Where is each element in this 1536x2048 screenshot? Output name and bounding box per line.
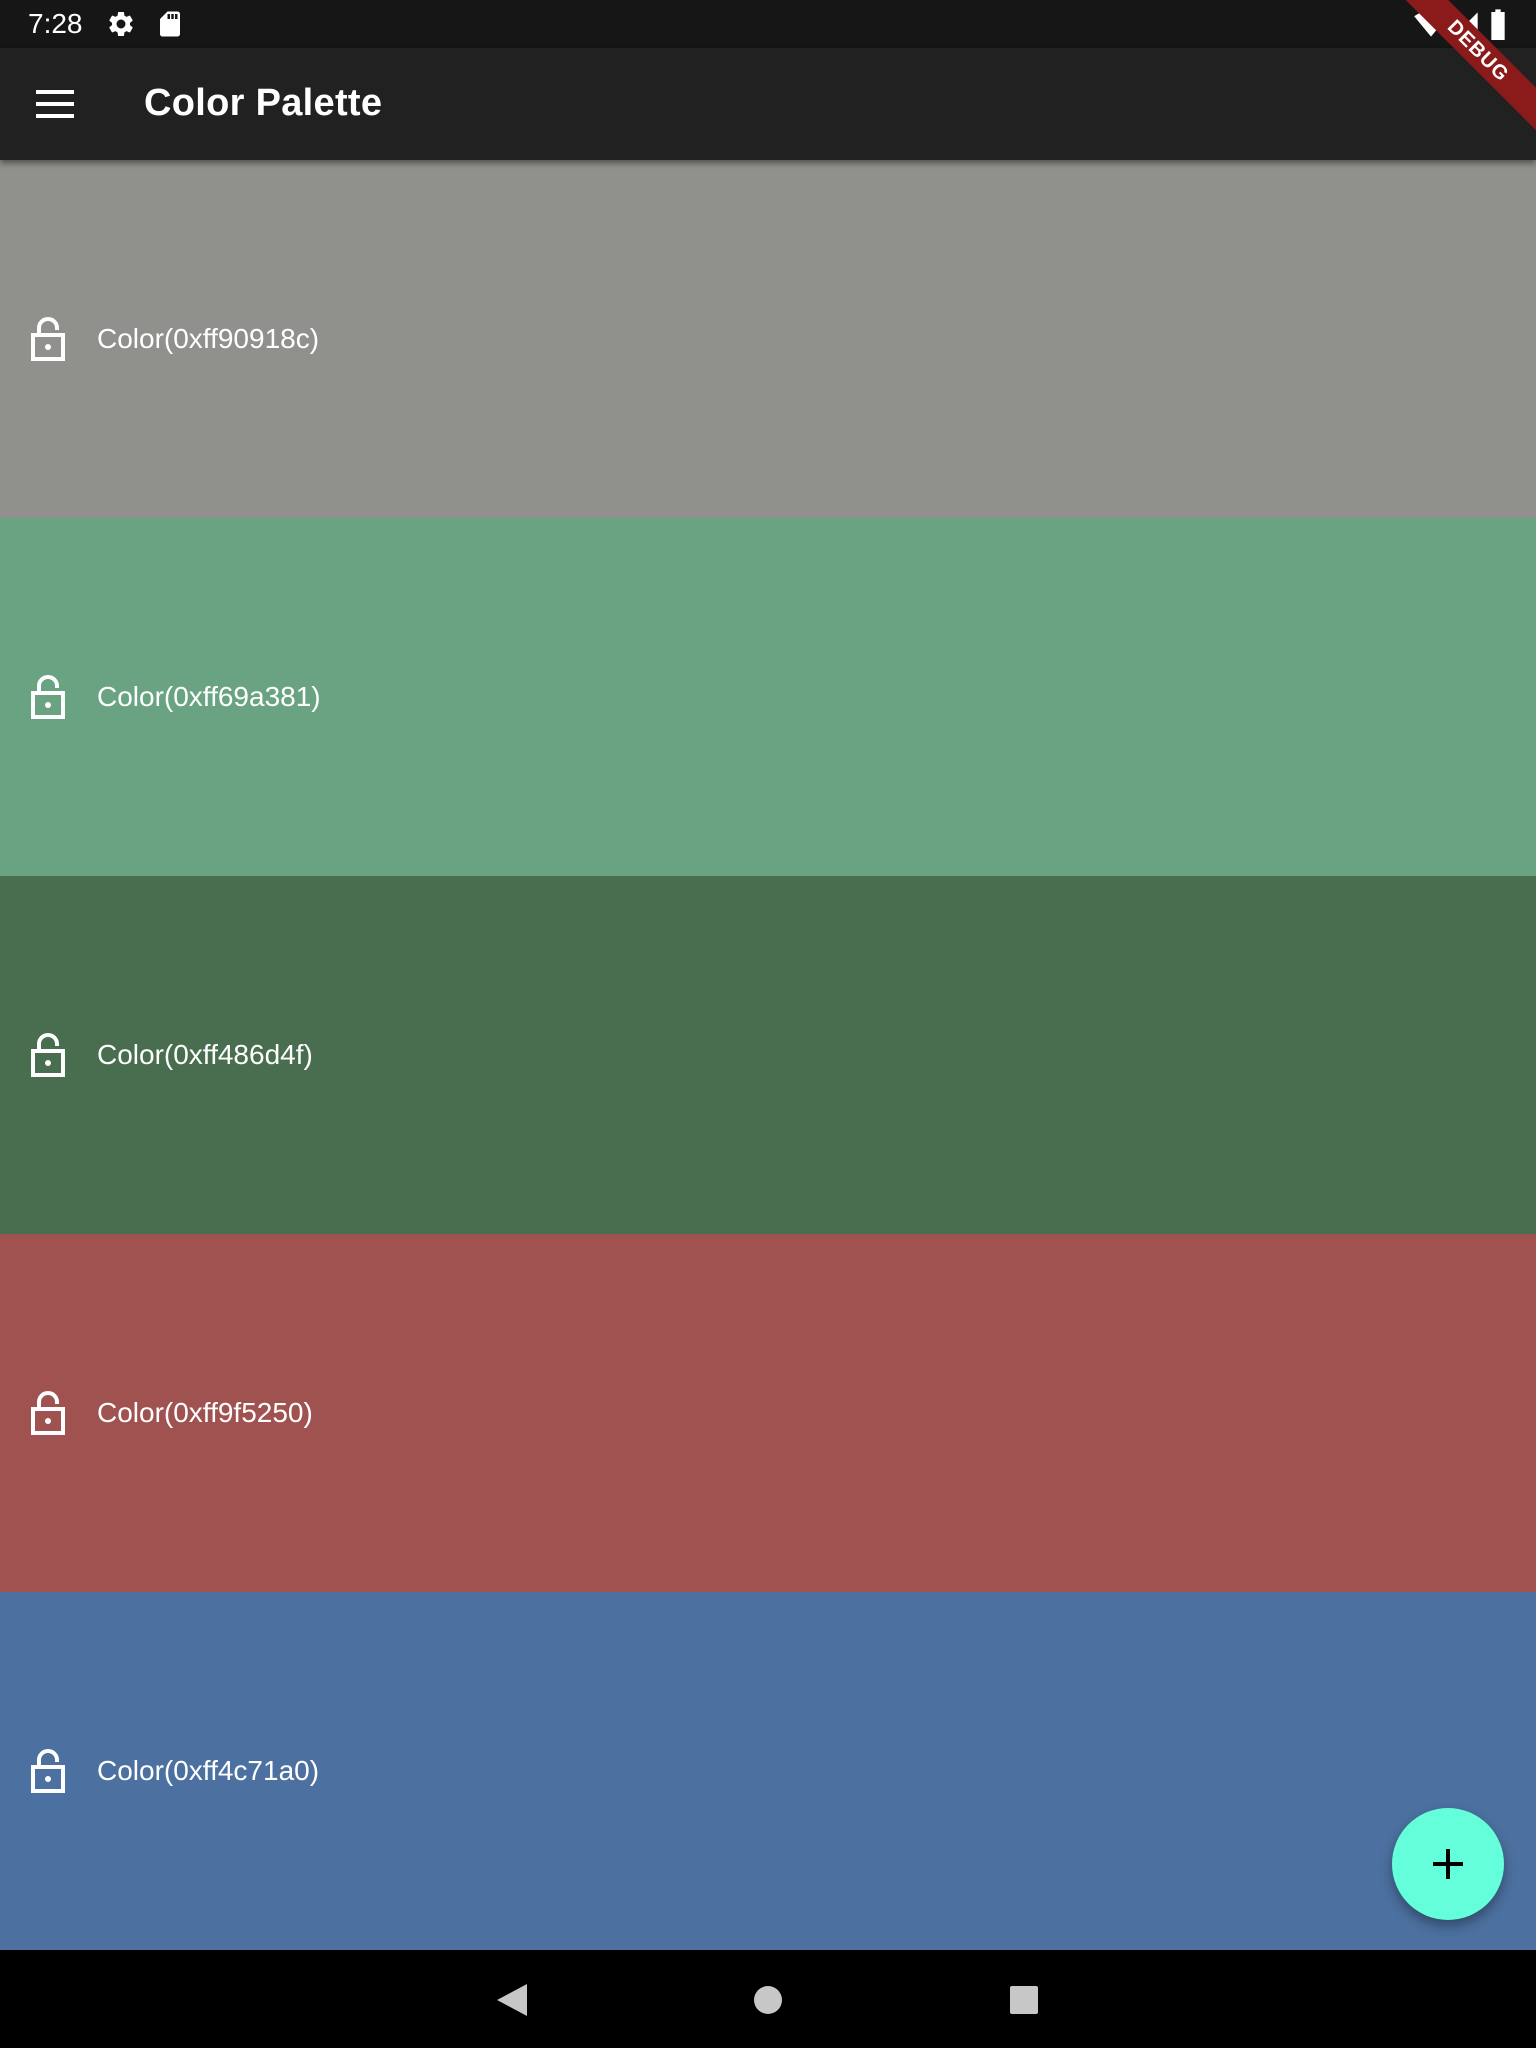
color-row[interactable]: Color(0xff9f5250) (0, 1234, 1536, 1592)
menu-icon (36, 90, 74, 118)
settings-icon (106, 9, 136, 44)
add-icon (1433, 1849, 1463, 1879)
color-label: Color(0xff90918c) (97, 323, 320, 354)
lock-button[interactable] (24, 669, 72, 725)
color-label: Color(0xff9f5250) (97, 1397, 313, 1428)
lock-button[interactable] (24, 1027, 72, 1083)
sd-card-icon (155, 9, 185, 44)
add-color-button[interactable] (1392, 1808, 1504, 1920)
color-row[interactable]: Color(0xff486d4f) (0, 876, 1536, 1234)
lock-button[interactable] (24, 311, 72, 367)
home-icon (754, 1986, 782, 2014)
color-label: Color(0xff69a381) (97, 681, 321, 712)
system-nav-bar (0, 1952, 1536, 2048)
lock-button[interactable] (24, 1385, 72, 1441)
lock-open-icon (31, 317, 65, 361)
lock-open-icon (31, 1391, 65, 1435)
recents-icon (1010, 1986, 1038, 2014)
color-label: Color(0xff4c71a0) (97, 1755, 320, 1786)
color-row[interactable]: Color(0xff4c71a0) (0, 1592, 1536, 1950)
color-row[interactable]: Color(0xff90918c) (0, 160, 1536, 518)
status-time: 7:28 (28, 8, 83, 39)
color-palette-list: Color(0xff90918c) Color(0xff69a381) Colo… (0, 160, 1536, 1952)
app-bar: Color Palette (0, 48, 1536, 160)
battery-icon (1489, 8, 1507, 45)
page-title: Color Palette (144, 82, 383, 124)
lock-open-icon (31, 675, 65, 719)
lock-button[interactable] (24, 1743, 72, 1799)
signal-icon (1452, 10, 1480, 43)
nav-recents-button[interactable] (1000, 1976, 1048, 2024)
back-icon (497, 1984, 527, 2016)
status-bar: 7:28 (0, 0, 1536, 48)
nav-home-button[interactable] (744, 1976, 792, 2024)
wifi-icon (1414, 10, 1448, 43)
lock-open-icon (31, 1033, 65, 1077)
color-label: Color(0xff486d4f) (97, 1039, 313, 1070)
nav-back-button[interactable] (488, 1976, 536, 2024)
menu-button[interactable] (20, 68, 92, 140)
lock-open-icon (31, 1749, 65, 1793)
color-row[interactable]: Color(0xff69a381) (0, 518, 1536, 876)
